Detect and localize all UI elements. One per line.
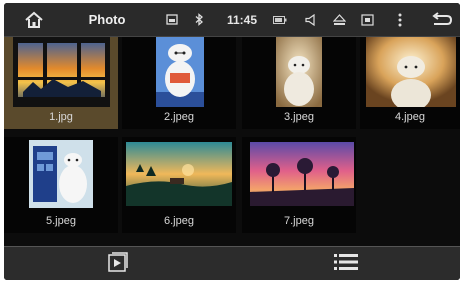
photo-thumbnail-2[interactable] bbox=[156, 37, 204, 107]
photo-label: 7.jpeg bbox=[284, 215, 314, 227]
photo-tile-3[interactable]: 3.jpeg bbox=[242, 37, 356, 129]
screenshot-icon[interactable] bbox=[358, 3, 376, 36]
clock-time: 11:45 bbox=[226, 12, 258, 27]
list-view-icon bbox=[333, 252, 359, 277]
back-icon[interactable] bbox=[428, 3, 456, 36]
volume-icon[interactable] bbox=[302, 3, 318, 36]
photo-tile-2[interactable]: 2.jpeg bbox=[122, 37, 236, 129]
slideshow-button[interactable] bbox=[4, 247, 232, 280]
photo-tile-6[interactable]: 6.jpeg bbox=[122, 137, 236, 233]
photo-tile-7[interactable]: 7.jpeg bbox=[242, 137, 356, 233]
photo-thumbnail-7[interactable] bbox=[250, 142, 354, 206]
menu-dots-icon[interactable] bbox=[394, 3, 406, 36]
photo-label: 2.jpeg bbox=[164, 111, 194, 123]
photo-thumbnail-5[interactable] bbox=[29, 140, 93, 208]
bluetooth-icon bbox=[192, 3, 206, 36]
photo-app-screen: Photo 11:45 1.jpg 2.jpeg 3.jpeg 4.jpeg 5… bbox=[4, 3, 460, 280]
battery-icon bbox=[272, 3, 288, 36]
app-title: Photo bbox=[88, 12, 126, 27]
bottom-toolbar bbox=[4, 246, 460, 280]
status-bar: Photo 11:45 bbox=[4, 3, 460, 37]
photo-tile-1[interactable]: 1.jpg bbox=[4, 37, 118, 129]
photo-grid: 1.jpg 2.jpeg 3.jpeg 4.jpeg 5.jpeg 6.jpeg… bbox=[4, 37, 460, 245]
photo-label: 6.jpeg bbox=[164, 215, 194, 227]
eject-icon[interactable] bbox=[330, 3, 348, 36]
photo-thumbnail-3[interactable] bbox=[276, 37, 322, 107]
list-view-button[interactable] bbox=[232, 247, 460, 280]
slideshow-icon bbox=[107, 251, 129, 278]
photo-label: 4.jpeg bbox=[395, 111, 425, 123]
photo-thumbnail-6[interactable] bbox=[126, 142, 232, 206]
photo-thumbnail-1[interactable] bbox=[13, 37, 110, 107]
photo-tile-5[interactable]: 5.jpeg bbox=[4, 137, 118, 233]
photo-tile-4[interactable]: 4.jpeg bbox=[360, 37, 460, 129]
photo-label: 1.jpg bbox=[49, 111, 73, 123]
photo-label: 3.jpeg bbox=[284, 111, 314, 123]
picture-icon bbox=[164, 3, 180, 36]
home-icon[interactable] bbox=[22, 3, 46, 36]
photo-label: 5.jpeg bbox=[46, 215, 76, 227]
photo-thumbnail-4[interactable] bbox=[366, 37, 456, 107]
